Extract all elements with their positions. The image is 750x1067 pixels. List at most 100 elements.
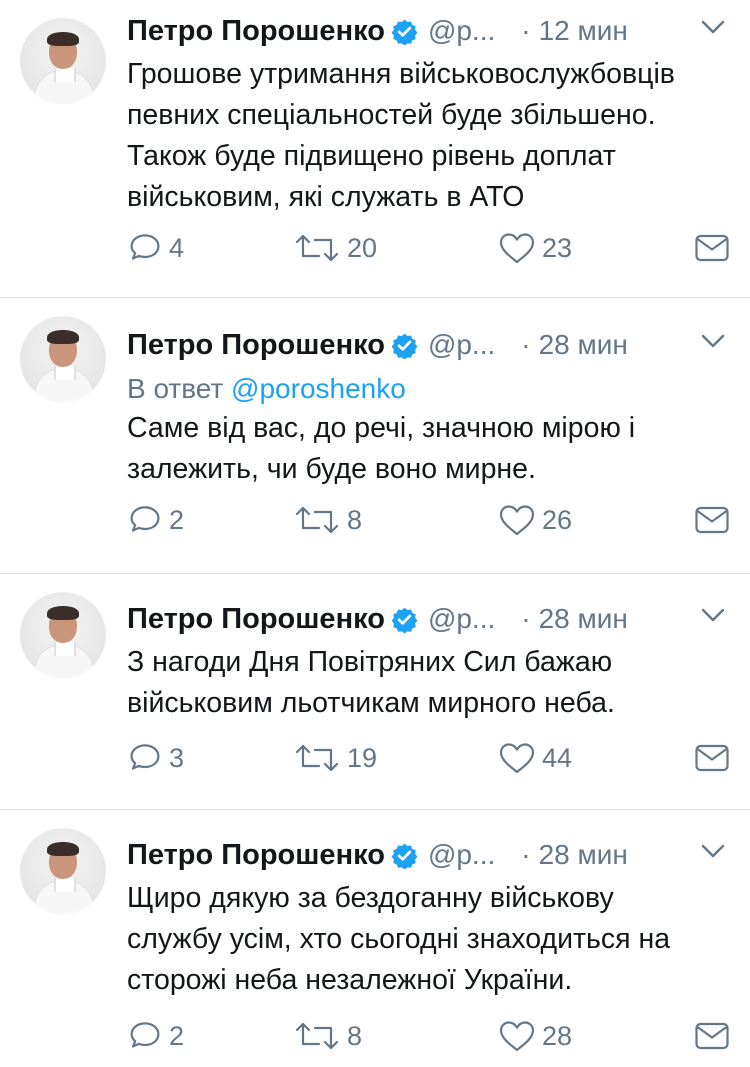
reply-count: 2: [169, 1020, 185, 1051]
author-name[interactable]: Петро Порошенко: [127, 839, 385, 872]
direct-message-button[interactable]: [694, 738, 730, 778]
tweet-text-line: військовим, які служать в АТО: [127, 181, 525, 213]
reply-icon: [130, 234, 160, 260]
reply-mention-link[interactable]: @poroshenko: [231, 373, 406, 404]
avatar[interactable]: [20, 592, 106, 678]
author-name[interactable]: Петро Порошенко: [127, 329, 385, 362]
tweet-text-line: певних спеціальностей буде збільшено.: [127, 99, 656, 131]
tweet-text-line: військовим льотчикам мирного неба.: [127, 687, 615, 719]
reply-count: 4: [169, 232, 185, 263]
tweet-header: Петро Порошенко @p... · 28 мин: [127, 328, 730, 362]
direct-message-button[interactable]: [694, 228, 730, 268]
separator-dot: ·: [521, 329, 531, 360]
reply-icon: [130, 506, 160, 532]
reply-count: 3: [169, 742, 185, 773]
tweet-text-line: Також буде підвищено рівень доплат: [127, 140, 616, 172]
chevron-down-icon[interactable]: [700, 332, 726, 350]
reply-button[interactable]: 3: [127, 738, 184, 778]
separator-dot: ·: [521, 839, 531, 870]
retweet-icon: [295, 234, 339, 262]
tweet-3[interactable]: Петро Порошенко @p... · 28 мин З нагоди …: [0, 574, 750, 810]
direct-message-button[interactable]: [694, 500, 730, 540]
retweet-count: 8: [347, 1020, 363, 1051]
tweet-text-line: Саме від вас, до речі, значною мірою і: [127, 412, 636, 444]
retweet-count: 8: [347, 504, 363, 535]
separator-dot: ·: [521, 15, 531, 46]
timestamp[interactable]: 28 мин: [539, 603, 628, 635]
reply-button[interactable]: 2: [127, 500, 184, 540]
chevron-down-icon[interactable]: [700, 606, 726, 624]
retweet-icon: [295, 506, 339, 534]
retweet-icon: [295, 1022, 339, 1050]
tweet-actions: 2 8 28: [127, 1016, 730, 1056]
reply-count: 2: [169, 504, 185, 535]
tweet-text-line: Грошове утримання військовослужбовців: [127, 58, 675, 90]
retweet-button[interactable]: 19: [293, 738, 377, 778]
reply-icon: [130, 744, 160, 770]
retweet-icon: [295, 744, 339, 772]
avatar[interactable]: [20, 828, 106, 914]
tweet-text-line: залежить, чи буде воно мирне.: [127, 453, 536, 485]
tweet-text-line: З нагоди Дня Повітряних Сил бажаю: [127, 646, 613, 678]
tweet-actions: 3 19 44: [127, 738, 730, 778]
tweet-text: Саме від вас, до речі, значною мірою і з…: [127, 408, 730, 490]
timestamp[interactable]: 12 мин: [539, 15, 628, 47]
timestamp[interactable]: 28 мин: [539, 329, 628, 361]
like-button[interactable]: 28: [498, 1016, 572, 1056]
tweet-header: Петро Порошенко @p... · 12 мин: [127, 14, 730, 48]
like-heart-icon: [499, 233, 535, 264]
author-handle[interactable]: @p...: [428, 839, 495, 871]
retweet-count: 20: [347, 232, 378, 263]
chevron-down-icon[interactable]: [700, 18, 726, 36]
tweet-4[interactable]: Петро Порошенко @p... · 28 мин Щиро дяку…: [0, 810, 750, 1067]
tweet-text: Щиро дякую за бездоганну військову служб…: [127, 878, 730, 1001]
avatar[interactable]: [20, 316, 106, 402]
author-handle[interactable]: @p...: [428, 329, 495, 361]
author-handle[interactable]: @p...: [428, 15, 495, 47]
like-heart-icon: [499, 1021, 535, 1052]
direct-message-icon: [695, 234, 729, 262]
timestamp[interactable]: 28 мин: [539, 839, 628, 871]
direct-message-icon: [695, 1022, 729, 1050]
separator-dot: ·: [521, 603, 531, 634]
author-name[interactable]: Петро Порошенко: [127, 603, 385, 636]
tweet-text-line: сторожі неба незалежної України.: [127, 964, 573, 996]
tweet-text: Грошове утримання військовослужбовців пе…: [127, 54, 730, 218]
chevron-down-icon[interactable]: [700, 842, 726, 860]
retweet-button[interactable]: 8: [293, 1016, 362, 1056]
tweet-header: Петро Порошенко @p... · 28 мин: [127, 838, 730, 872]
tweet-text: З нагоди Дня Повітряних Сил бажаю військ…: [127, 642, 730, 724]
like-count: 28: [542, 1020, 573, 1051]
avatar[interactable]: [20, 18, 106, 104]
reply-context: В ответ @poroshenko: [127, 370, 730, 408]
tweet-text-line: Щиро дякую за бездоганну військову: [127, 882, 614, 914]
verified-badge-icon: [391, 19, 418, 45]
verified-badge-icon: [391, 607, 418, 633]
verified-badge-icon: [391, 843, 418, 869]
like-heart-icon: [499, 505, 535, 536]
tweet-header: Петро Порошенко @p... · 28 мин: [127, 602, 730, 636]
retweet-button[interactable]: 8: [293, 500, 362, 540]
reply-button[interactable]: 2: [127, 1016, 184, 1056]
like-button[interactable]: 23: [498, 228, 572, 268]
like-heart-icon: [499, 743, 535, 774]
tweet-actions: 4 20 23: [127, 228, 730, 268]
direct-message-icon: [695, 744, 729, 772]
reply-prefix: В ответ: [127, 373, 232, 404]
like-button[interactable]: 26: [498, 500, 572, 540]
like-count: 23: [542, 232, 573, 263]
reply-button[interactable]: 4: [127, 228, 184, 268]
reply-icon: [130, 1022, 160, 1048]
author-handle[interactable]: @p...: [428, 603, 495, 635]
like-button[interactable]: 44: [498, 738, 572, 778]
direct-message-icon: [695, 506, 729, 534]
tweet-1[interactable]: Петро Порошенко @p... · 12 мин Грошове у…: [0, 0, 750, 298]
retweet-count: 19: [347, 742, 378, 773]
author-name[interactable]: Петро Порошенко: [127, 15, 385, 48]
tweet-2[interactable]: Петро Порошенко @p... · 28 мин В ответ @…: [0, 298, 750, 574]
like-count: 44: [542, 742, 573, 773]
retweet-button[interactable]: 20: [293, 228, 377, 268]
direct-message-button[interactable]: [694, 1016, 730, 1056]
verified-badge-icon: [391, 333, 418, 359]
tweet-actions: 2 8 26: [127, 500, 730, 540]
